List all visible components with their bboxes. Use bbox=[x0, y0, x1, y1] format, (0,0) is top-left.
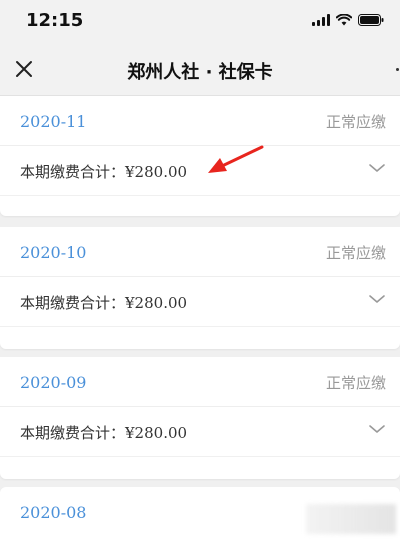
record-header: 2020-11 正常应缴 bbox=[0, 96, 400, 146]
record-total-label: 本期缴费合计： bbox=[20, 424, 126, 442]
record-month: 2020-09 bbox=[20, 373, 87, 392]
chevron-down-icon[interactable] bbox=[368, 423, 386, 435]
annotation-arrow bbox=[208, 145, 264, 173]
record-total: 本期缴费合计：¥280.00 bbox=[20, 422, 187, 443]
record-summary[interactable]: 本期缴费合计：¥280.00 bbox=[0, 146, 400, 196]
record-total-label: 本期缴费合计： bbox=[20, 163, 126, 181]
more-icon[interactable] bbox=[390, 58, 400, 78]
record-header: 2020-10 正常应缴 bbox=[0, 227, 400, 277]
status-bar: 12:15 bbox=[0, 0, 400, 44]
record-total-label: 本期缴费合计： bbox=[20, 294, 126, 312]
record-month: 2020-11 bbox=[20, 112, 87, 131]
chevron-down-icon[interactable] bbox=[368, 293, 386, 305]
signal-icon bbox=[312, 14, 330, 26]
record-total-amount: ¥280.00 bbox=[125, 294, 188, 312]
record-total-amount: ¥280.00 bbox=[125, 163, 188, 181]
record-status: 正常应缴 bbox=[325, 244, 386, 262]
payment-record-card[interactable]: 2020-10 正常应缴 本期缴费合计：¥280.00 bbox=[0, 227, 400, 349]
wifi-icon bbox=[336, 14, 352, 26]
record-month: 2020-08 bbox=[20, 503, 87, 522]
record-status: 正常应缴 bbox=[325, 374, 386, 392]
battery-icon bbox=[358, 14, 384, 26]
record-header: 2020-09 正常应缴 bbox=[0, 357, 400, 407]
record-summary[interactable]: 本期缴费合计：¥280.00 bbox=[0, 407, 400, 457]
record-total: 本期缴费合计：¥280.00 bbox=[20, 292, 187, 313]
status-time: 12:15 bbox=[26, 10, 84, 31]
page-title: 郑州人社 · 社保卡 bbox=[127, 62, 273, 83]
record-summary[interactable]: 本期缴费合计：¥280.00 bbox=[0, 277, 400, 327]
status-icons bbox=[312, 14, 384, 26]
payment-record-list: 2020-11 正常应缴 本期缴费合计：¥280.00 2020-10 正常应缴… bbox=[0, 96, 400, 540]
record-status: 正常应缴 bbox=[325, 113, 386, 131]
record-total-amount: ¥280.00 bbox=[125, 424, 188, 442]
record-month: 2020-10 bbox=[20, 243, 87, 262]
payment-record-card[interactable]: 2020-09 正常应缴 本期缴费合计：¥280.00 bbox=[0, 357, 400, 479]
record-total: 本期缴费合计：¥280.00 bbox=[20, 161, 187, 182]
nav-bar: 郑州人社 · 社保卡 bbox=[0, 44, 400, 96]
watermark-blur bbox=[306, 504, 396, 534]
payment-record-card[interactable]: 2020-11 正常应缴 本期缴费合计：¥280.00 bbox=[0, 96, 400, 216]
chevron-down-icon[interactable] bbox=[368, 162, 386, 174]
